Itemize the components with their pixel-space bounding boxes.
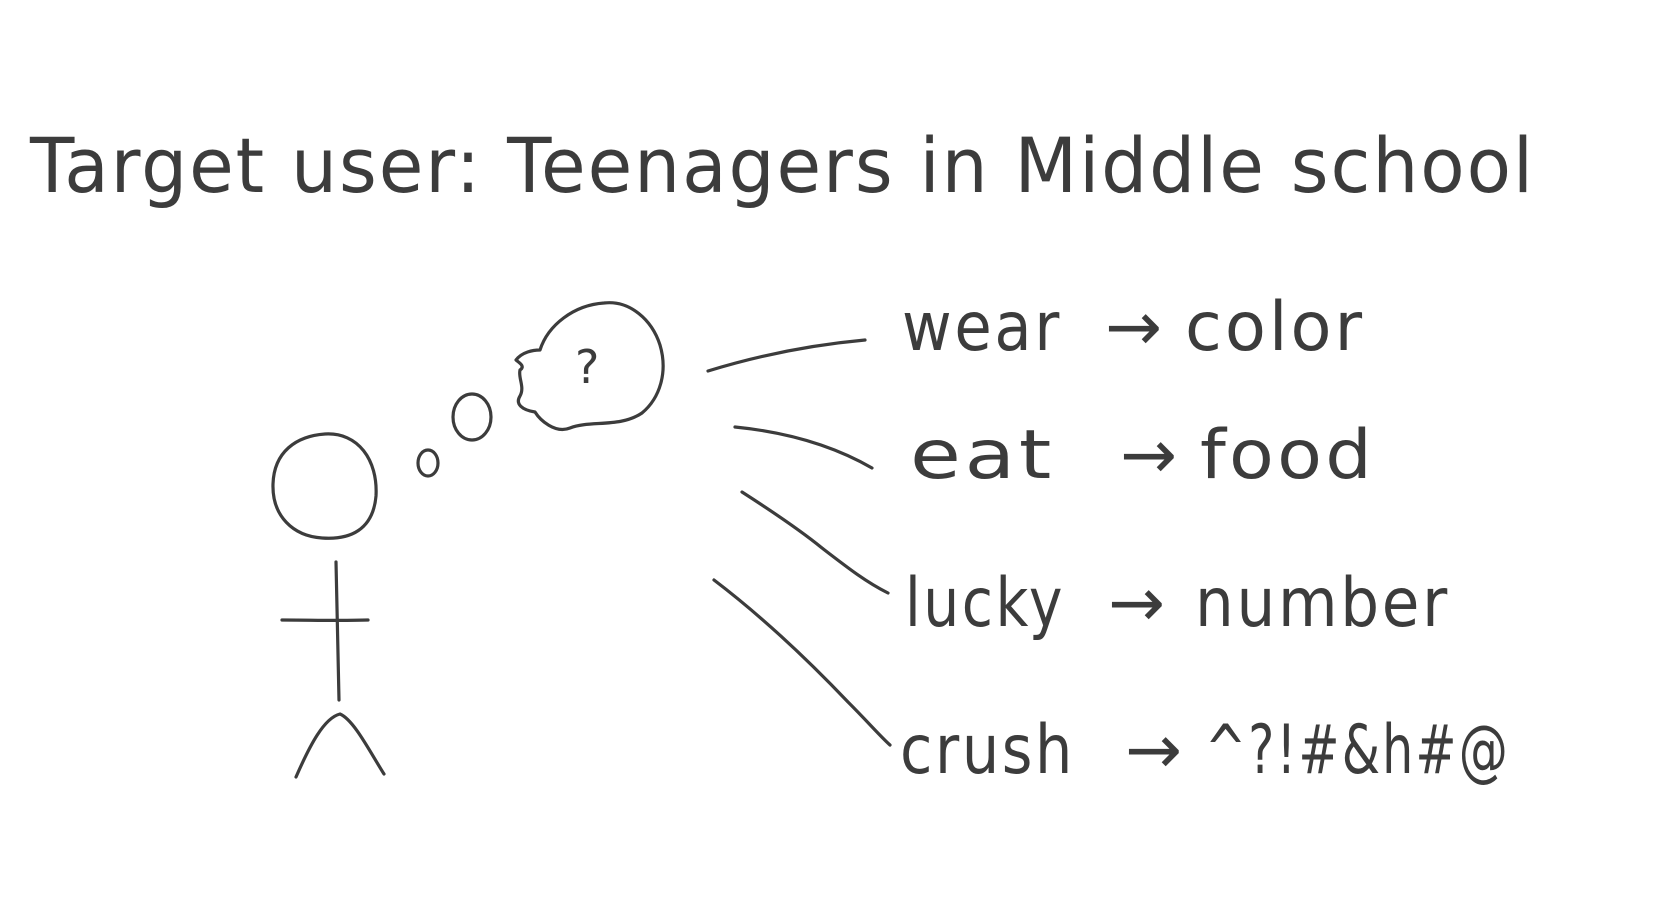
branch-arrow: → <box>1105 288 1165 367</box>
thought-dot-small <box>416 448 440 478</box>
sketch-canvas: Target user: Teenagers in Middle school … <box>29 121 1535 790</box>
branch-verb: crush <box>900 711 1075 790</box>
branch-arrow: → <box>1125 711 1185 790</box>
branch-wear: wear → color <box>902 288 1365 367</box>
branch-crush: crush → ^?!#&h#@ <box>900 711 1510 790</box>
stick-figure <box>271 432 386 779</box>
branch-object: food <box>1200 416 1375 495</box>
branch-lucky: lucky → number <box>905 564 1450 643</box>
thought-bubble: ? <box>416 301 665 478</box>
figure-body <box>334 560 341 702</box>
figure-legs <box>294 712 386 779</box>
thought-dot-large <box>451 392 493 442</box>
branch-verb: lucky <box>905 564 1065 643</box>
question-mark: ? <box>575 340 599 394</box>
branch-arrow: → <box>1120 416 1180 495</box>
branch-verb: eat <box>910 416 1055 495</box>
figure-head <box>271 432 378 540</box>
connector-line-wear <box>706 338 867 373</box>
connector-line-lucky <box>740 490 890 595</box>
branch-eat: eat → food <box>910 416 1375 495</box>
branch-object: number <box>1195 564 1450 643</box>
branch-verb: wear <box>902 288 1062 367</box>
connector-line-crush <box>712 578 892 747</box>
branch-arrow: → <box>1108 564 1168 643</box>
branch-object: color <box>1185 288 1365 367</box>
diagram-title: Target user: Teenagers in Middle school <box>29 121 1535 210</box>
branch-object: ^?!#&h#@ <box>1205 711 1510 790</box>
connector-line-eat <box>733 425 874 470</box>
